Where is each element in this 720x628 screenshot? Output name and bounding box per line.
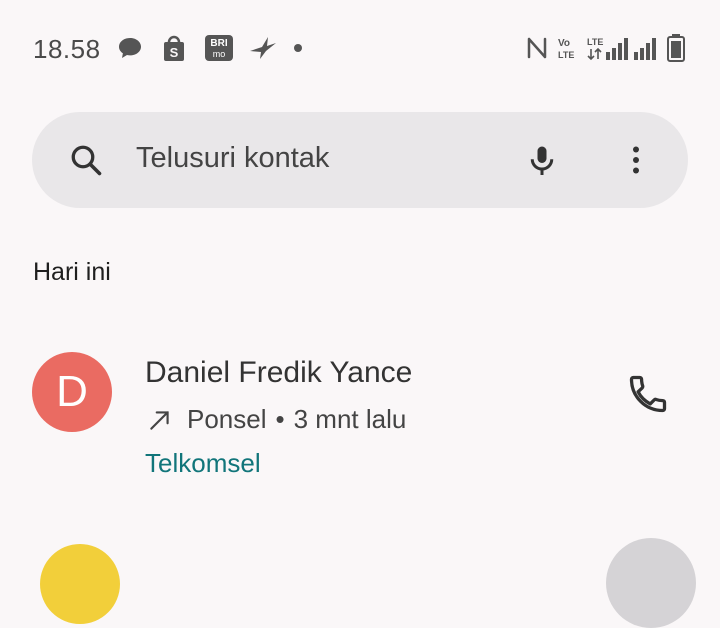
brimo-icon: BRI mo	[205, 34, 233, 62]
nfc-icon	[525, 34, 549, 62]
signal-icon	[633, 34, 657, 62]
call-time: 3 mnt lalu	[293, 404, 407, 434]
bird-app-icon	[248, 34, 278, 62]
chat-bubble-icon	[116, 34, 144, 62]
outgoing-arrow-icon	[145, 405, 175, 435]
dot-icon	[292, 34, 304, 62]
call-type: Ponsel	[187, 404, 267, 434]
lte-text: LTE	[587, 37, 603, 47]
volte-text-bottom: LTE	[558, 50, 574, 60]
avatar[interactable]: D	[32, 352, 112, 432]
brimo-text-bottom: mo	[213, 49, 226, 59]
avatar[interactable]	[40, 544, 120, 624]
status-bar: 18.58 S BRI mo Vo LTE LTE	[0, 0, 720, 96]
call-details: Ponsel • 3 mnt lalu	[145, 404, 406, 435]
brimo-text-top: BRI	[210, 38, 227, 49]
more-vert-icon[interactable]	[616, 140, 656, 180]
carrier-label: Telkomsel	[145, 448, 261, 478]
search-input[interactable]: Telusuri kontak	[136, 142, 329, 175]
call-separator: •	[275, 404, 285, 434]
call-button[interactable]	[620, 368, 676, 424]
section-header-today: Hari ini	[33, 258, 111, 286]
status-time: 18.58	[33, 34, 101, 64]
phone-icon[interactable]	[626, 372, 670, 421]
volte-text-top: Vo	[558, 38, 570, 49]
contact-name: Daniel Fredik Yance	[145, 356, 413, 389]
svg-text:S: S	[170, 45, 179, 60]
volte-icon: Vo LTE	[556, 34, 582, 62]
battery-icon	[666, 34, 686, 62]
shopee-icon: S	[161, 34, 187, 62]
search-icon[interactable]	[66, 140, 106, 180]
lte-signal-icon: LTE	[587, 34, 629, 62]
microphone-icon[interactable]	[522, 140, 562, 180]
recent-call-row[interactable]: D Daniel Fredik Yance Ponsel • 3 mnt lal…	[0, 330, 720, 490]
search-bar[interactable]: Telusuri kontak	[32, 112, 688, 208]
